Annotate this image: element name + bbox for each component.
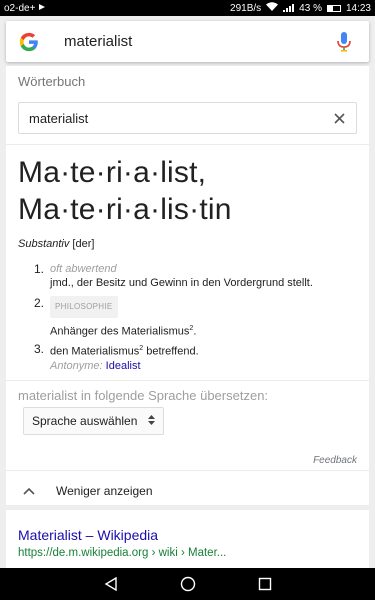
navigation-bar [0,568,375,600]
feedback-link[interactable]: Feedback [313,455,357,466]
status-bar: o2-de+ 291B/s 43 % 14:23 [0,0,375,16]
recents-icon[interactable] [255,574,275,594]
google-g-icon [18,31,40,53]
sense-number: 3. [34,342,45,356]
network-speed: 291B/s [230,2,262,14]
clock: 14:23 [345,2,371,14]
sense-definition: Anhänger des Materialismus2. [50,325,197,338]
dictionary-input-value[interactable]: materialist [29,111,332,126]
sense-definition: jmd., der Besitz und Gewinn in den Vorde… [50,277,313,289]
wifi-icon [266,2,279,14]
result-title-link[interactable]: Materialist – Wikipedia [18,527,158,543]
headword: Ma·te·ri·a·list, Ma·te·ri·a·lis·tin [18,154,232,228]
search-input[interactable]: materialist [64,33,331,50]
signal-icon [283,4,295,12]
divider [6,380,369,381]
sense-number: 1. [34,262,45,276]
dictionary-card: Wörterbuch materialist Ma·te·ri·a·list, … [6,66,369,505]
search-bar[interactable]: materialist [6,21,369,62]
section-title: Wörterbuch [18,74,86,89]
language-select-value[interactable]: Sprache auswählen [32,414,148,428]
dropdown-arrows-icon [148,414,155,428]
headword-line-2: Ma·te·ri·a·lis·tin [18,193,232,226]
chevron-up-icon [22,484,36,498]
sense-number: 2. [34,296,45,310]
battery-percent: 43 % [299,2,322,14]
headword-line-1: Ma·te·ri·a·list, [18,156,207,189]
cast-icon [38,3,46,14]
back-icon[interactable] [101,574,121,594]
antonym-label: Antonyme: [50,359,103,372]
pos-label: Substantiv [18,238,70,250]
result-url: https://de.m.wikipedia.org › wiki › Mate… [18,547,227,559]
divider [6,470,369,471]
carrier-name: o2-de+ [4,2,36,14]
antonym-link[interactable]: Idealist [106,360,141,372]
sense-definition: den Materialismus2 betreffend. [50,345,199,358]
domain-tag: PHILOSOPHIE [50,296,118,318]
mic-icon[interactable] [331,29,357,55]
dictionary-search-field[interactable]: materialist [18,102,357,134]
part-of-speech: Substantiv [der] [18,238,94,250]
search-result[interactable]: Materialist – Wikipedia https://de.m.wik… [6,510,369,568]
show-less-button[interactable]: Weniger anzeigen [6,476,369,505]
translate-label: materialist in folgende Sprache übersetz… [18,388,269,403]
usage-label: oft abwertend [50,263,117,275]
show-less-label: Weniger anzeigen [56,483,153,498]
pos-gender: [der] [69,238,95,250]
close-icon[interactable] [332,111,346,125]
divider [6,144,369,145]
language-select[interactable]: Sprache auswählen [23,407,164,435]
home-icon[interactable] [178,574,198,594]
antonyms: Antonyme: Idealist [50,359,350,373]
battery-icon [326,4,341,12]
